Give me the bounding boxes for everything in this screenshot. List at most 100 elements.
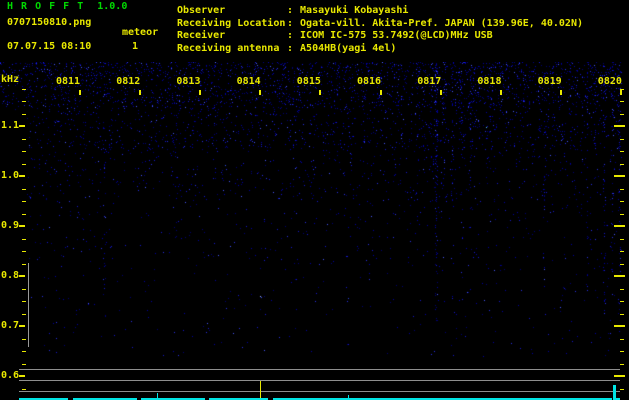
y-minor-tick-right bbox=[620, 201, 624, 202]
x-tick-label: 0819 bbox=[537, 76, 562, 87]
y-minor-tick-left bbox=[22, 151, 26, 152]
y-minor-tick-right bbox=[620, 351, 624, 352]
y-minor-tick-left bbox=[22, 239, 26, 240]
y-tick-label: 0.9 bbox=[0, 220, 19, 231]
y-minor-tick-right bbox=[620, 189, 624, 190]
info-colon: : bbox=[287, 30, 294, 41]
x-tick-label: 0814 bbox=[236, 76, 261, 87]
y-minor-tick-right bbox=[620, 239, 624, 240]
y-major-tick-right bbox=[614, 225, 625, 227]
y-minor-tick-right bbox=[620, 264, 624, 265]
info-label: Observer bbox=[177, 5, 226, 16]
y-major-tick-right bbox=[614, 325, 625, 327]
y-minor-tick-left bbox=[22, 351, 26, 352]
y-minor-tick-left bbox=[22, 289, 26, 290]
y-minor-tick-left bbox=[22, 251, 26, 252]
y-tick-label: 0.7 bbox=[0, 320, 19, 331]
minute-tick bbox=[379, 90, 382, 95]
y-minor-tick-right bbox=[620, 164, 624, 165]
mode-label: meteor bbox=[122, 27, 159, 38]
y-axis-unit-label: kHz bbox=[1, 74, 20, 85]
x-tick-label: 0815 bbox=[296, 76, 321, 87]
y-major-tick-left bbox=[19, 175, 25, 177]
y-minor-tick-right bbox=[620, 101, 624, 102]
y-minor-tick-left bbox=[22, 214, 26, 215]
info-row-observer: Observer: Masayuki Kobayashi bbox=[177, 6, 408, 16]
y-minor-tick-left bbox=[22, 114, 26, 115]
y-major-tick-left bbox=[19, 225, 25, 227]
info-colon: : bbox=[287, 18, 294, 29]
y-major-tick-left bbox=[19, 275, 25, 277]
app-title: H R O F F T bbox=[7, 1, 85, 12]
y-tick-label: 1.0 bbox=[0, 170, 19, 181]
y-major-tick-left bbox=[19, 325, 25, 327]
y-minor-tick-left bbox=[22, 364, 26, 365]
y-major-tick-left bbox=[19, 125, 25, 127]
y-minor-tick-left bbox=[22, 101, 26, 102]
info-label: Receiving Location bbox=[177, 18, 286, 29]
spectrogram-canvas bbox=[0, 62, 629, 358]
app-title-row: H R O F F T 1.0.0 bbox=[7, 2, 127, 12]
info-row-receiver: Receiver: ICOM IC-575 53.7492(@LCD)MHz US… bbox=[177, 31, 493, 41]
minute-tick bbox=[138, 90, 141, 95]
y-minor-tick-right bbox=[620, 139, 624, 140]
y-major-tick-right bbox=[614, 375, 625, 377]
y-major-tick-right bbox=[614, 175, 625, 177]
x-tick-label: 0816 bbox=[357, 76, 382, 87]
y-minor-tick-right bbox=[620, 114, 624, 115]
minute-tick bbox=[620, 90, 623, 95]
info-value: Ogata-vill. Akita-Pref. JAPAN (139.96E, … bbox=[300, 18, 583, 29]
info-colon: : bbox=[287, 43, 294, 54]
level-spike bbox=[260, 381, 261, 398]
level-spike bbox=[157, 393, 158, 400]
level-gridline bbox=[19, 380, 620, 381]
x-tick-label: 0820 bbox=[597, 76, 622, 87]
y-minor-tick-right bbox=[620, 89, 624, 90]
x-tick-label: 0811 bbox=[56, 76, 81, 87]
y-minor-tick-left bbox=[22, 139, 26, 140]
y-tick-label: 1.1 bbox=[0, 120, 19, 131]
y-tick-label: 0.8 bbox=[0, 270, 19, 281]
y-minor-tick-left bbox=[22, 339, 26, 340]
app-version: 1.0.0 bbox=[97, 1, 128, 12]
x-tick-label: 0813 bbox=[176, 76, 201, 87]
output-filename: 0707150810.png bbox=[7, 17, 92, 28]
hrofft-window: H R O F F T 1.0.0 0707150810.png meteor 0… bbox=[0, 0, 629, 400]
info-label: Receiver bbox=[177, 30, 226, 41]
level-gridline bbox=[19, 369, 620, 370]
level-spike bbox=[613, 385, 616, 400]
info-value: A504HB(yagi 4el) bbox=[300, 43, 397, 54]
echo-count: 1 bbox=[132, 41, 139, 52]
y-minor-tick-right bbox=[620, 339, 624, 340]
timestamp: 07.07.15 08:10 bbox=[7, 41, 92, 52]
minute-tick bbox=[319, 90, 322, 95]
minute-tick bbox=[198, 90, 201, 95]
info-value: Masayuki Kobayashi bbox=[300, 5, 409, 16]
plot-edge-artifact bbox=[28, 263, 29, 347]
x-tick-label: 0817 bbox=[417, 76, 442, 87]
y-minor-tick-right bbox=[620, 301, 624, 302]
minute-tick bbox=[439, 90, 442, 95]
info-value: ICOM IC-575 53.7492(@LCD)MHz USB bbox=[300, 30, 493, 41]
y-minor-tick-left bbox=[22, 389, 26, 390]
minute-tick bbox=[78, 90, 81, 95]
y-minor-tick-right bbox=[620, 251, 624, 252]
y-minor-tick-left bbox=[22, 264, 26, 265]
info-colon: : bbox=[287, 5, 294, 16]
info-row-antenna: Receiving antenna: A504HB(yagi 4el) bbox=[177, 44, 396, 54]
y-minor-tick-left bbox=[22, 201, 26, 202]
minute-tick bbox=[560, 90, 563, 95]
y-minor-tick-right bbox=[620, 314, 624, 315]
y-minor-tick-left bbox=[22, 301, 26, 302]
y-major-tick-right bbox=[614, 125, 625, 127]
y-tick-label: 0.6 bbox=[0, 370, 19, 381]
y-major-tick-right bbox=[614, 275, 625, 277]
y-minor-tick-right bbox=[620, 151, 624, 152]
y-minor-tick-right bbox=[620, 389, 624, 390]
level-gridline bbox=[19, 391, 620, 392]
info-label: Receiving antenna bbox=[177, 43, 280, 54]
y-minor-tick-left bbox=[22, 89, 26, 90]
y-minor-tick-left bbox=[22, 314, 26, 315]
info-row-location: Receiving Location: Ogata-vill. Akita-Pre… bbox=[177, 19, 583, 29]
y-minor-tick-right bbox=[620, 364, 624, 365]
